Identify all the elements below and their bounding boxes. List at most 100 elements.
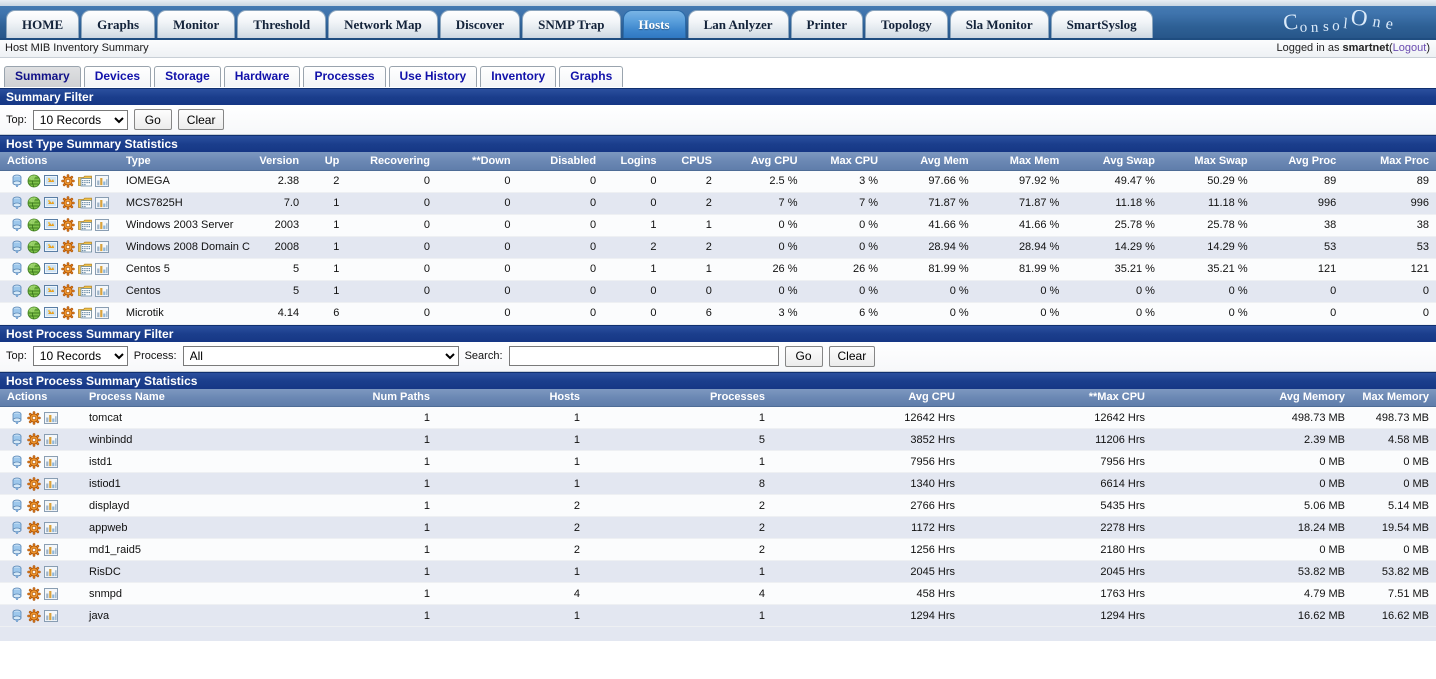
gear-icon[interactable] bbox=[27, 454, 41, 469]
globe-icon[interactable] bbox=[27, 284, 41, 298]
cell-max-proc[interactable]: 38 bbox=[1343, 214, 1436, 237]
host-icon[interactable] bbox=[10, 587, 24, 601]
gear-icon[interactable] bbox=[61, 284, 75, 298]
cell-up[interactable]: 1 bbox=[306, 258, 347, 281]
gear-icon[interactable] bbox=[27, 564, 41, 579]
col-header-avg-memory[interactable]: Avg Memory bbox=[1152, 388, 1352, 407]
host-icon[interactable] bbox=[10, 240, 24, 254]
chart-icon[interactable] bbox=[95, 306, 109, 320]
chart-icon[interactable] bbox=[95, 240, 109, 254]
cell-max-proc[interactable]: 121 bbox=[1343, 258, 1436, 281]
col-header-disabled[interactable]: Disabled bbox=[517, 152, 604, 171]
host-icon[interactable] bbox=[10, 609, 24, 623]
calendar-icon[interactable] bbox=[78, 174, 92, 188]
sub-tab-inventory[interactable]: Inventory bbox=[480, 66, 557, 87]
gear-icon[interactable] bbox=[27, 498, 41, 513]
calendar-icon[interactable] bbox=[78, 284, 92, 298]
cell-avg-cpu[interactable]: 0 % bbox=[718, 214, 805, 237]
col-header-type[interactable]: Type bbox=[118, 152, 250, 171]
col-header-max-proc[interactable]: Max Proc bbox=[1343, 152, 1436, 171]
cell-max-cpu[interactable]: 7 % bbox=[804, 192, 886, 215]
nav-tab-hosts[interactable]: Hosts bbox=[622, 10, 686, 38]
summary-clear-button[interactable]: Clear bbox=[177, 109, 225, 130]
host-icon[interactable] bbox=[10, 411, 24, 425]
sub-tab-hardware[interactable]: Hardware bbox=[223, 66, 301, 87]
chart-icon[interactable] bbox=[95, 196, 109, 210]
gear-icon[interactable] bbox=[27, 476, 41, 491]
nav-tab-monitor[interactable]: Monitor bbox=[157, 10, 236, 38]
calendar-icon[interactable] bbox=[78, 196, 92, 210]
screen-icon[interactable] bbox=[44, 240, 58, 254]
cell-avg-proc[interactable]: 0 bbox=[1254, 280, 1344, 303]
cell-avg-cpu[interactable]: 3 % bbox=[718, 302, 805, 325]
chart-icon[interactable] bbox=[44, 587, 58, 601]
host-icon[interactable] bbox=[10, 262, 24, 276]
cell-avg-proc[interactable]: 0 bbox=[1254, 302, 1344, 325]
gear-icon[interactable] bbox=[27, 608, 41, 623]
col-header-actions[interactable]: Actions bbox=[0, 388, 82, 407]
col-header-logins[interactable]: Logins bbox=[603, 152, 664, 171]
cell-cpus[interactable]: 0 bbox=[663, 280, 719, 303]
cell-logins[interactable]: 1 bbox=[603, 258, 664, 281]
nav-tab-topology[interactable]: Topology bbox=[864, 10, 948, 38]
cell-max-proc[interactable]: 89 bbox=[1343, 170, 1436, 193]
col-header-avg-cpu[interactable]: Avg CPU bbox=[718, 152, 805, 171]
host-icon[interactable] bbox=[10, 218, 24, 232]
calendar-icon[interactable] bbox=[78, 262, 92, 276]
cell-logins[interactable]: 2 bbox=[603, 236, 664, 259]
calendar-icon[interactable] bbox=[78, 240, 92, 254]
col-header-max-cpu[interactable]: **Max CPU bbox=[962, 388, 1152, 407]
cell-max-proc[interactable]: 53 bbox=[1343, 236, 1436, 259]
globe-icon[interactable] bbox=[27, 196, 41, 210]
cell-avg-cpu[interactable]: 2.5 % bbox=[718, 170, 805, 193]
globe-icon[interactable] bbox=[27, 240, 41, 254]
cell-up[interactable]: 1 bbox=[306, 192, 347, 215]
cell-max-cpu[interactable]: 6 % bbox=[804, 302, 886, 325]
host-icon[interactable] bbox=[10, 196, 24, 210]
screen-icon[interactable] bbox=[44, 218, 58, 232]
host-icon[interactable] bbox=[10, 455, 24, 469]
cell-up[interactable]: 6 bbox=[306, 302, 347, 325]
cell-max-proc[interactable]: 0 bbox=[1343, 280, 1436, 303]
sub-tab-summary[interactable]: Summary bbox=[4, 66, 81, 87]
col-header-process-name[interactable]: Process Name bbox=[82, 388, 282, 407]
screen-icon[interactable] bbox=[44, 284, 58, 298]
cell-avg-proc[interactable]: 89 bbox=[1254, 170, 1344, 193]
host-icon[interactable] bbox=[10, 477, 24, 491]
col-header-max-memory[interactable]: Max Memory bbox=[1352, 388, 1436, 407]
gear-icon[interactable] bbox=[61, 196, 75, 210]
cell-avg-proc[interactable]: 38 bbox=[1254, 214, 1344, 237]
process-search-input[interactable] bbox=[508, 346, 779, 366]
cell-max-cpu[interactable]: 3 % bbox=[804, 170, 886, 193]
cell-cpus[interactable]: 2 bbox=[663, 170, 719, 193]
col-header-actions[interactable]: Actions bbox=[0, 152, 119, 171]
chart-icon[interactable] bbox=[95, 262, 109, 276]
cell-logins[interactable]: 0 bbox=[603, 280, 664, 303]
gear-icon[interactable] bbox=[27, 410, 41, 425]
host-icon[interactable] bbox=[10, 499, 24, 513]
cell-max-proc[interactable]: 996 bbox=[1343, 192, 1436, 215]
col-header-version[interactable]: Version bbox=[249, 152, 307, 171]
nav-tab-graphs[interactable]: Graphs bbox=[81, 10, 156, 38]
cell-up[interactable]: 1 bbox=[306, 236, 347, 259]
cell-max-cpu[interactable]: 0 % bbox=[804, 280, 886, 303]
nav-tab-lan-anlyzer[interactable]: Lan Anlyzer bbox=[687, 10, 789, 38]
logout-link[interactable]: Logout bbox=[1393, 42, 1427, 54]
cell-avg-cpu[interactable]: 0 % bbox=[718, 236, 805, 259]
cell-max-cpu[interactable]: 0 % bbox=[804, 214, 886, 237]
col-header-recovering[interactable]: Recovering bbox=[346, 152, 437, 171]
cell-logins[interactable]: 0 bbox=[603, 192, 664, 215]
chart-icon[interactable] bbox=[44, 477, 58, 491]
globe-icon[interactable] bbox=[27, 218, 41, 232]
col-header-max-mem[interactable]: Max Mem bbox=[975, 152, 1067, 171]
cell-cpus[interactable]: 2 bbox=[663, 192, 719, 215]
col-header-processes[interactable]: Processes bbox=[587, 388, 772, 407]
gear-icon[interactable] bbox=[27, 586, 41, 601]
process-go-button[interactable]: Go bbox=[784, 345, 823, 367]
col-header-up[interactable]: Up bbox=[306, 152, 347, 171]
globe-icon[interactable] bbox=[27, 262, 41, 276]
sub-tab-storage[interactable]: Storage bbox=[154, 66, 221, 87]
chart-icon[interactable] bbox=[44, 433, 58, 447]
gear-icon[interactable] bbox=[61, 306, 75, 320]
chart-icon[interactable] bbox=[44, 455, 58, 469]
